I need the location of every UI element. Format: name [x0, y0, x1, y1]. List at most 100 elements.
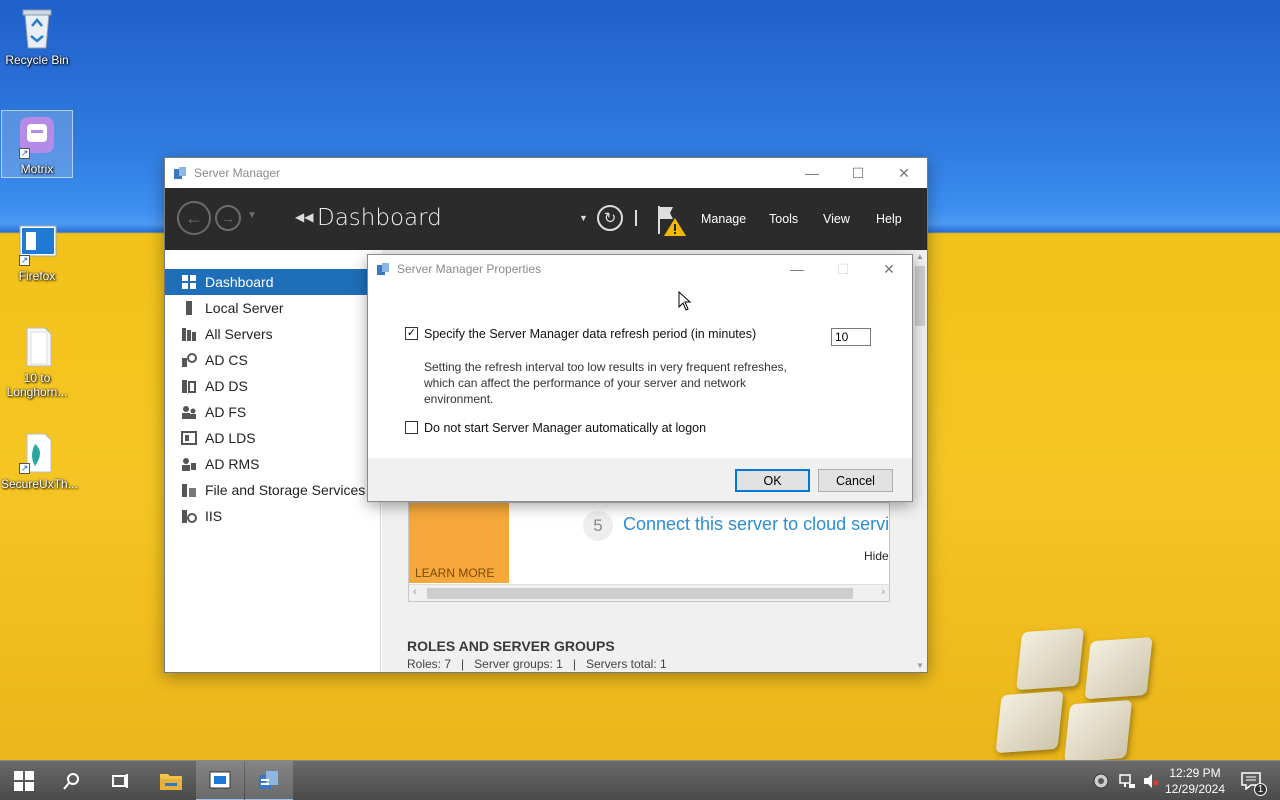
- minimize-button[interactable]: —: [789, 158, 835, 188]
- file-explorer-icon: [160, 774, 182, 790]
- desktop-icon-label: Motrix: [20, 162, 54, 176]
- cancel-button[interactable]: Cancel: [818, 469, 893, 492]
- refresh-period-checkbox[interactable]: ✓: [405, 327, 418, 340]
- warning-line: Setting the refresh interval too low res…: [424, 360, 787, 374]
- menu-view[interactable]: View: [823, 212, 850, 226]
- secureuxtheme-icon: ↗: [17, 430, 57, 474]
- horizontal-scrollbar[interactable]: ‹ ›: [409, 584, 889, 601]
- start-button[interactable]: [0, 761, 48, 800]
- scroll-down-icon[interactable]: ▼: [916, 661, 924, 670]
- taskbar-app-motrix[interactable]: [196, 761, 244, 800]
- sidebar-item-dashboard[interactable]: Dashboard: [165, 269, 380, 295]
- adcs-icon: [181, 352, 197, 368]
- scroll-right-icon[interactable]: ›: [881, 586, 885, 598]
- clock[interactable]: 12:29 PM 12/29/2024: [1160, 761, 1230, 800]
- refresh-dropdown-icon[interactable]: ▼: [579, 213, 588, 223]
- sidebar-item-all-servers[interactable]: All Servers: [165, 321, 380, 347]
- clock-time: 12:29 PM: [1169, 766, 1221, 780]
- close-button[interactable]: ✕: [866, 255, 912, 283]
- task-view-button[interactable]: [96, 761, 144, 800]
- adfs-icon: [181, 404, 197, 420]
- menu-manage[interactable]: Manage: [701, 212, 746, 226]
- desktop-icon-10-to-longhorn[interactable]: 10 to Longhorn...: [1, 324, 73, 399]
- sidebar-item-label: AD LDS: [205, 430, 256, 446]
- desktop-icon-motrix[interactable]: ↗ Motrix: [1, 110, 73, 178]
- sidebar-item-label: AD DS: [205, 378, 248, 394]
- step-cloud-link[interactable]: Connect this server to cloud servic: [623, 514, 889, 535]
- sidebar-item-label: AD RMS: [205, 456, 260, 472]
- taskbar-app-server-manager[interactable]: [245, 761, 293, 800]
- refresh-period-input[interactable]: [831, 328, 871, 346]
- server-manager-app-icon: [377, 263, 389, 275]
- adds-icon: [181, 378, 197, 394]
- history-dropdown-icon[interactable]: ▼: [247, 210, 257, 221]
- scroll-thumb[interactable]: [427, 588, 853, 599]
- search-button[interactable]: [48, 761, 96, 800]
- sidebar-item-label: Dashboard: [205, 274, 274, 290]
- sidebar-item-label: File and Storage Services: [205, 482, 366, 498]
- sidebar-item-ad-fs[interactable]: AD FS: [165, 399, 380, 425]
- sidebar-item-iis[interactable]: IIS: [165, 503, 380, 529]
- action-center-button[interactable]: 1: [1236, 761, 1267, 800]
- no-autostart-checkbox[interactable]: [405, 421, 418, 434]
- windows-logo-watermark: [988, 622, 1162, 768]
- server-icon: [181, 300, 197, 316]
- volume-muted-icon[interactable]: [1142, 772, 1160, 790]
- vertical-scrollbar[interactable]: ▲ ▼: [913, 250, 927, 672]
- dialog-titlebar[interactable]: Server Manager Properties — ☐ ✕: [368, 255, 912, 283]
- scroll-left-icon[interactable]: ‹: [413, 586, 417, 598]
- sidebar-item-file-and-storage[interactable]: File and Storage Services: [165, 477, 380, 503]
- scroll-thumb[interactable]: [915, 266, 925, 326]
- file-explorer-button[interactable]: [147, 761, 195, 800]
- sidebar-item-ad-rms[interactable]: AD RMS: [165, 451, 380, 477]
- folder-icon: [17, 324, 57, 368]
- network-wired-icon[interactable]: [1118, 772, 1136, 790]
- sidebar-item-ad-lds[interactable]: AD LDS: [165, 425, 380, 451]
- hide-link[interactable]: Hide: [864, 549, 889, 563]
- no-autostart-label[interactable]: Do not start Server Manager automaticall…: [424, 421, 706, 435]
- system-tray: [1092, 761, 1160, 800]
- notifications-flag-icon[interactable]: [655, 204, 689, 238]
- notification-count-badge: 1: [1254, 783, 1267, 796]
- desktop-icon-secureuxtheme[interactable]: ↗ SecureUxTh...: [1, 430, 78, 491]
- sidebar-item-ad-ds[interactable]: AD DS: [165, 373, 380, 399]
- motrix-icon: ↗: [17, 115, 57, 159]
- server-manager-titlebar[interactable]: Server Manager — ☐ ✕: [165, 158, 927, 188]
- learn-more-tile[interactable]: LEARN MORE: [409, 503, 509, 583]
- desktop-icon-recycle-bin[interactable]: Recycle Bin: [1, 6, 73, 67]
- refresh-icon[interactable]: ↻: [597, 205, 623, 231]
- breadcrumb-chevron-icon: ◀◀: [295, 210, 314, 224]
- taskbar: 12:29 PM 12/29/2024 1: [0, 760, 1280, 800]
- mouse-cursor-icon: [678, 291, 692, 311]
- adlds-icon: [181, 430, 197, 446]
- desktop-icon-firefox[interactable]: ↗ Firefox: [1, 222, 73, 283]
- menu-help[interactable]: Help: [876, 212, 902, 226]
- adrms-icon: [181, 456, 197, 472]
- minimize-button[interactable]: —: [774, 255, 820, 283]
- scroll-up-icon[interactable]: ▲: [916, 252, 924, 261]
- close-button[interactable]: ✕: [881, 158, 927, 188]
- shortcut-arrow-icon: ↗: [19, 255, 30, 266]
- window-title: Server Manager: [194, 166, 281, 180]
- clock-date: 12/29/2024: [1164, 782, 1226, 796]
- learn-more-label: LEARN MORE: [415, 566, 495, 580]
- sidebar-item-label: AD FS: [205, 404, 247, 420]
- dialog-body: ✓ Specify the Server Manager data refres…: [368, 283, 912, 458]
- sidebar-item-ad-cs[interactable]: AD CS: [165, 347, 380, 373]
- network-globe-icon[interactable]: [1092, 772, 1110, 790]
- desktop-icon-label: SecureUxTh...: [1, 477, 78, 491]
- step-number: 5: [593, 516, 603, 535]
- sidebar-item-local-server[interactable]: Local Server: [165, 295, 380, 321]
- refresh-period-label[interactable]: Specify the Server Manager data refresh …: [424, 327, 756, 341]
- maximize-button[interactable]: ☐: [835, 158, 881, 188]
- back-button[interactable]: ←: [177, 201, 211, 235]
- ok-button[interactable]: OK: [735, 469, 810, 492]
- properties-dialog: Server Manager Properties — ☐ ✕ ✓ Specif…: [367, 254, 913, 502]
- roles-summary: Roles: 7 | Server groups: 1 | Servers to…: [407, 657, 667, 671]
- forward-button[interactable]: →: [215, 205, 241, 231]
- servers-icon: [181, 326, 197, 342]
- firefox-icon: ↗: [17, 222, 57, 266]
- dialog-title: Server Manager Properties: [397, 262, 542, 276]
- sidebar-item-label: All Servers: [205, 326, 273, 342]
- menu-tools[interactable]: Tools: [769, 212, 798, 226]
